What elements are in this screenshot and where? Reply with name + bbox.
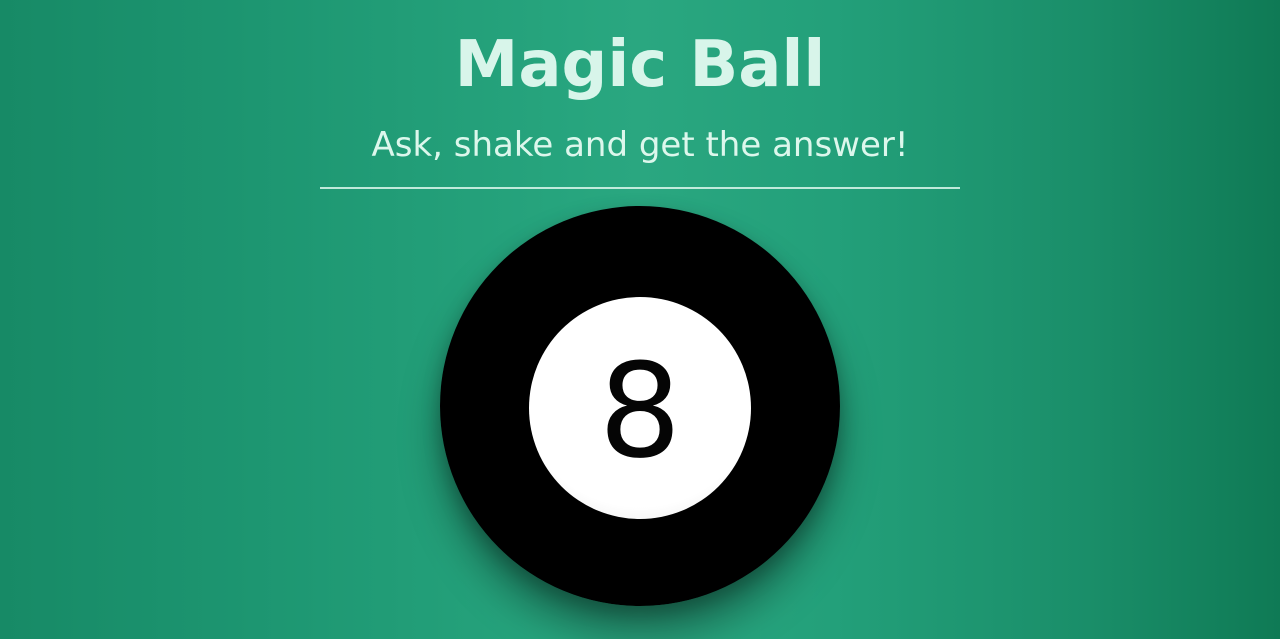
divider: [320, 187, 960, 189]
magic-ball-body[interactable]: 8: [440, 206, 840, 606]
magic-ball[interactable]: 8: [440, 206, 840, 606]
page-subtitle: Ask, shake and get the answer!: [371, 125, 909, 165]
ball-number: 8: [598, 335, 682, 487]
page-title: Magic Ball: [454, 28, 826, 102]
magic-ball-window: 8: [529, 297, 751, 519]
